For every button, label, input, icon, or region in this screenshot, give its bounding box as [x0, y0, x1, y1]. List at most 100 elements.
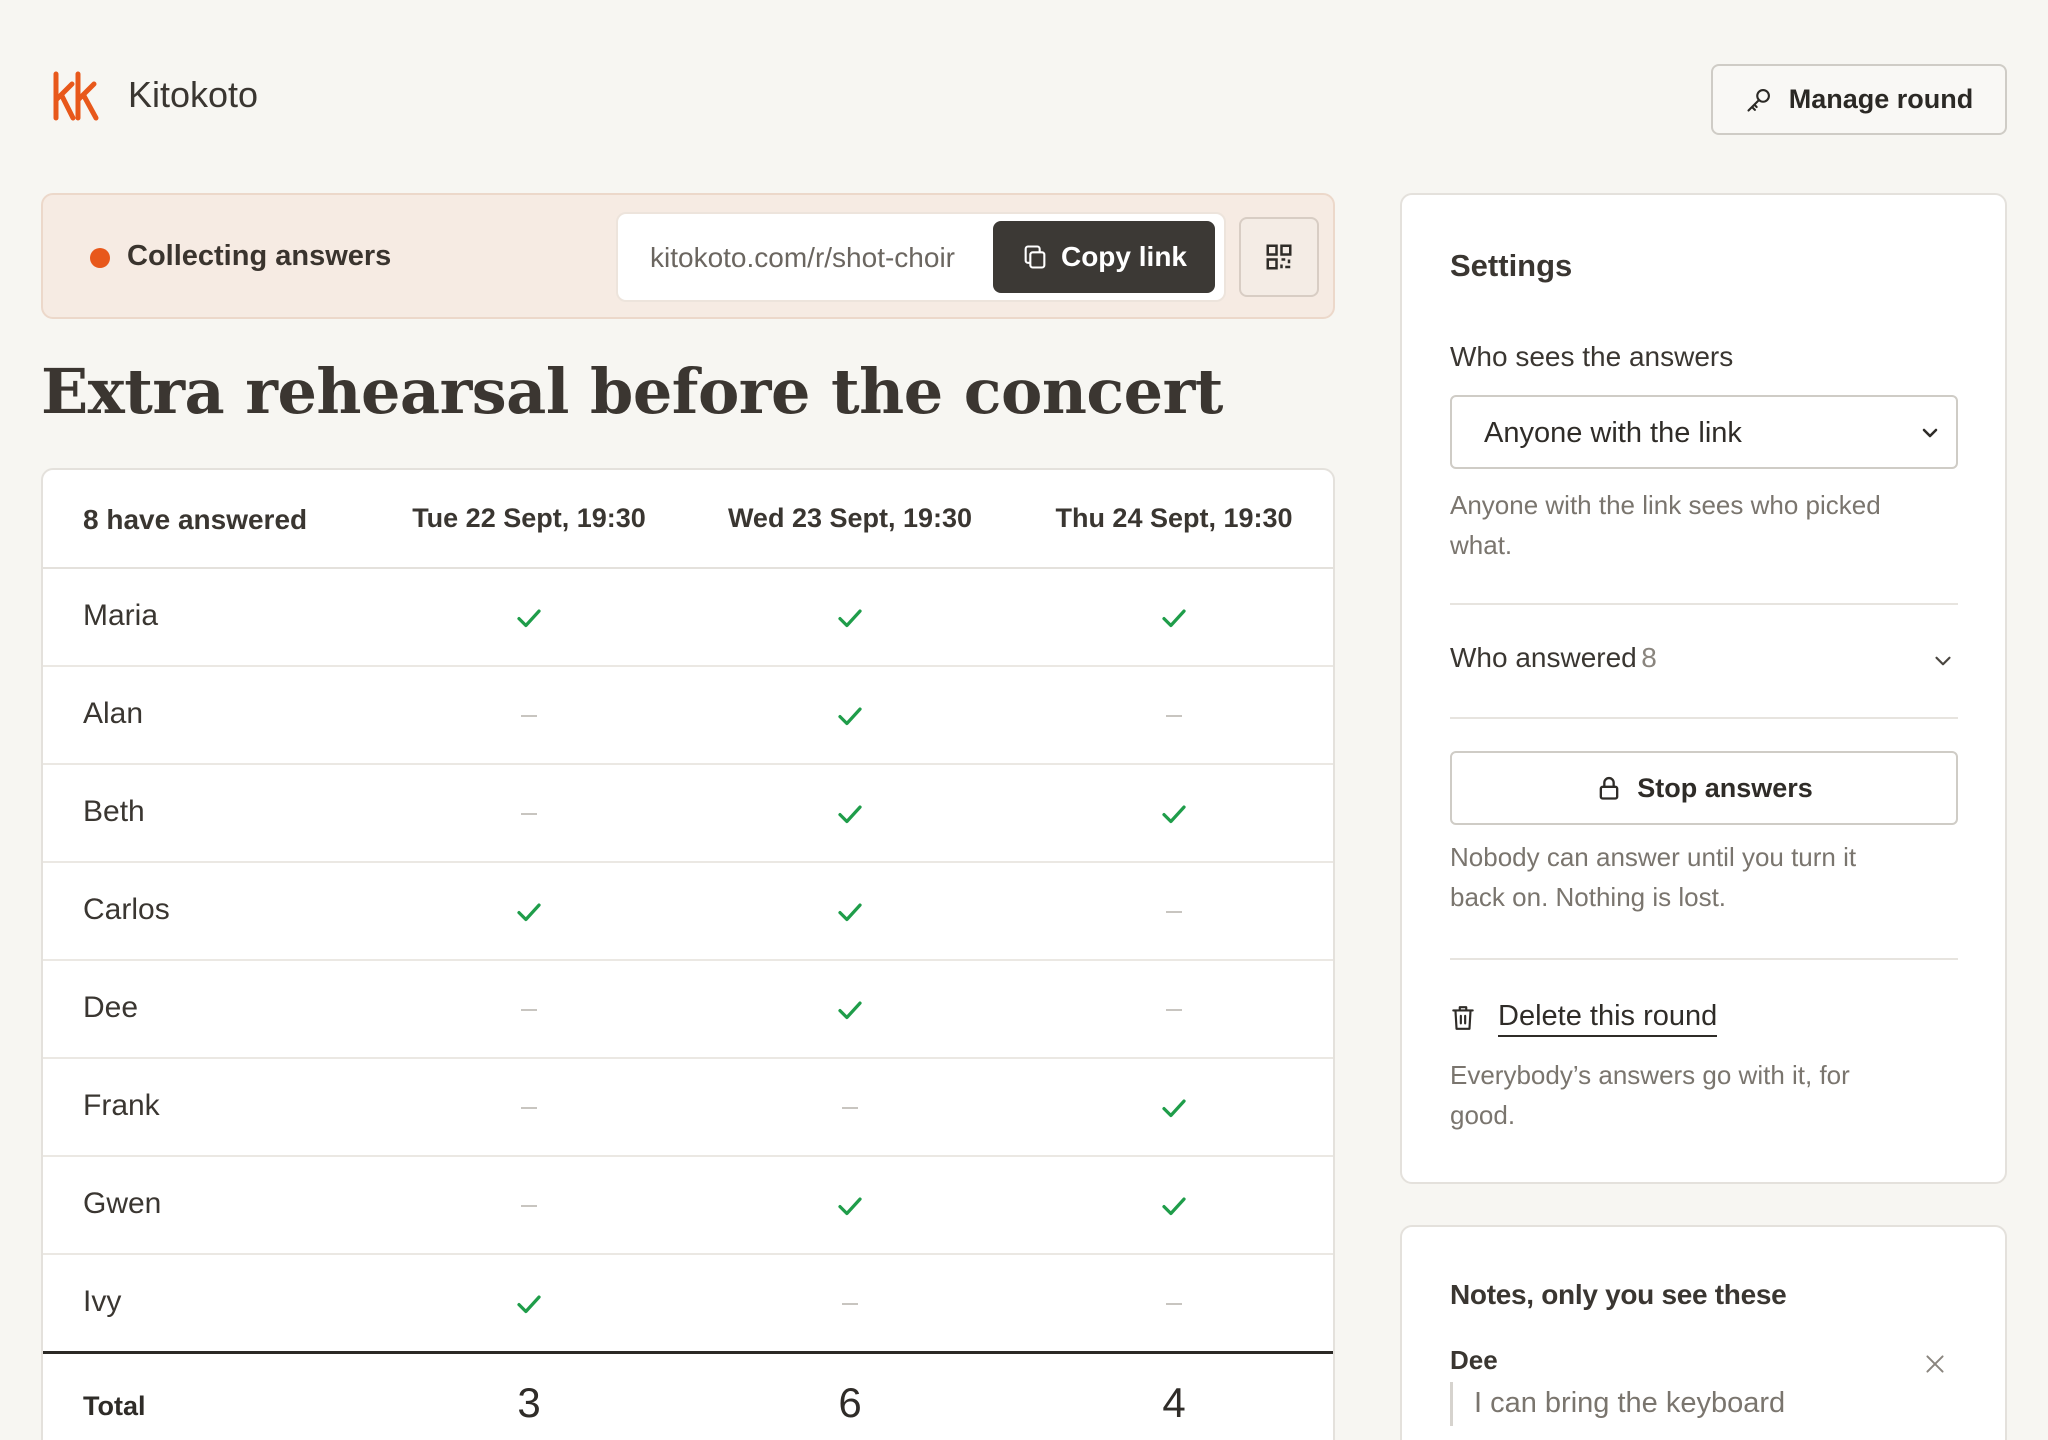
status-text: Collecting answers — [127, 240, 392, 272]
stop-help: Nobody can answer until you turn it back… — [1450, 842, 1857, 912]
participant-name: Gwen — [83, 1187, 162, 1220]
total-value: 3 — [517, 1379, 541, 1426]
dash-icon — [521, 813, 537, 815]
table-row: Gwen — [43, 1157, 1333, 1255]
unavailable-cell — [1014, 1255, 1333, 1353]
table-row: Dee — [43, 961, 1333, 1059]
copy-link-button[interactable]: Copy link — [993, 221, 1215, 293]
check-icon — [838, 609, 862, 628]
table-header: 8 have answered Tue 22 Sept, 19:30 Wed 2… — [43, 470, 1333, 569]
unavailable-cell — [369, 961, 689, 1059]
stop-answers-label: Stop answers — [1637, 772, 1813, 803]
dash-icon — [842, 1303, 858, 1305]
table-row: Alan — [43, 667, 1333, 765]
divider — [1450, 958, 1958, 960]
delete-help: Everybody’s answers go with it, for good… — [1450, 1060, 1850, 1130]
copy-icon — [1024, 245, 1046, 269]
check-icon — [1162, 1197, 1186, 1216]
participant-name: Dee — [83, 991, 139, 1024]
total-value: 6 — [838, 1379, 862, 1426]
available-cell — [690, 569, 1010, 667]
visibility-value: Anyone with the link — [1484, 417, 1742, 449]
chevron-down-icon — [1922, 428, 1938, 438]
answers-table: 8 have answered Tue 22 Sept, 19:30 Wed 2… — [41, 468, 1335, 1440]
divider — [1450, 603, 1958, 605]
participant-name: Alan — [83, 697, 144, 730]
check-icon — [838, 707, 862, 726]
settings-panel: Settings Who sees the answers Anyone wit… — [1400, 193, 2007, 1184]
table-row: Frank — [43, 1059, 1333, 1157]
divider — [1450, 717, 1958, 719]
chevron-down-icon — [1935, 656, 1951, 666]
status-bar: Collecting answers kitokoto.com/r/shot-c… — [41, 193, 1335, 319]
unavailable-cell — [369, 765, 689, 863]
total-label: Total — [83, 1391, 146, 1421]
check-icon — [517, 903, 541, 922]
dash-icon — [1166, 1009, 1182, 1011]
check-icon — [838, 805, 862, 824]
column-header: Tue 22 Sept, 19:30 — [412, 503, 646, 533]
who-answered-toggle[interactable]: Who answered 8 — [1450, 642, 1958, 682]
copy-link-label: Copy link — [1060, 241, 1187, 272]
stop-answers-button[interactable]: Stop answers — [1450, 751, 1958, 825]
available-cell — [690, 765, 1010, 863]
visibility-select[interactable]: Anyone with the link — [1450, 395, 1958, 469]
participant-name: Ivy — [83, 1285, 122, 1318]
manage-round-label: Manage round — [1788, 84, 1974, 114]
available-cell — [690, 667, 1010, 765]
dash-icon — [1166, 911, 1182, 913]
unavailable-cell — [369, 1157, 689, 1255]
participant-name: Carlos — [83, 893, 170, 926]
available-cell — [1014, 1059, 1333, 1157]
total-row: Total 3 6 4 — [43, 1351, 1333, 1440]
available-cell — [369, 569, 689, 667]
check-icon — [1162, 609, 1186, 628]
column-header: Thu 24 Sept, 19:30 — [1055, 503, 1293, 533]
share-link-text[interactable]: kitokoto.com/r/shot-choir — [650, 242, 955, 274]
notes-panel: Notes, only you see these Dee I can brin… — [1400, 1225, 2007, 1440]
unavailable-cell — [1014, 863, 1333, 961]
qr-code-button[interactable] — [1239, 217, 1319, 297]
unavailable-cell — [369, 1059, 689, 1157]
check-icon — [838, 1001, 862, 1020]
delete-round-link[interactable]: Delete this round — [1450, 998, 1718, 1038]
manage-round-button[interactable]: Manage round — [1711, 64, 2007, 135]
who-answered-count: 8 — [1641, 642, 1657, 673]
table-row: Ivy — [43, 1255, 1333, 1353]
unavailable-cell — [1014, 961, 1333, 1059]
check-icon — [517, 1295, 541, 1314]
dash-icon — [1166, 1303, 1182, 1305]
delete-round-label: Delete this round — [1498, 1000, 1718, 1037]
qr-code-icon — [1266, 244, 1292, 270]
check-icon — [838, 903, 862, 922]
dash-icon — [842, 1107, 858, 1109]
participant-name: Maria — [83, 599, 159, 632]
dash-icon — [521, 715, 537, 717]
share-link-box: kitokoto.com/r/shot-choir Copy link — [616, 212, 1226, 302]
total-value: 4 — [1162, 1379, 1186, 1426]
close-icon[interactable] — [1922, 1351, 1948, 1377]
available-cell — [1014, 765, 1333, 863]
answered-count: 8 have answered — [83, 504, 308, 535]
trash-icon — [1452, 1006, 1474, 1030]
status-dot — [90, 248, 110, 268]
column-header: Wed 23 Sept, 19:30 — [727, 503, 973, 533]
table-row: Carlos — [43, 863, 1333, 961]
dash-icon — [521, 1107, 537, 1109]
check-icon — [1162, 805, 1186, 824]
visibility-label: Who sees the answers — [1450, 341, 1734, 372]
note-quote-bar — [1450, 1382, 1453, 1426]
available-cell — [690, 961, 1010, 1059]
key-icon — [1747, 88, 1770, 112]
unavailable-cell — [690, 1255, 1010, 1353]
page-title: Extra rehearsal before the concert — [41, 355, 1223, 428]
settings-title: Settings — [1450, 248, 1573, 283]
kitokoto-logo-icon — [53, 71, 99, 121]
check-icon — [838, 1197, 862, 1216]
dash-icon — [521, 1009, 537, 1011]
brand-name: Kitokoto — [128, 74, 259, 115]
check-icon — [517, 609, 541, 628]
notes-title: Notes, only you see these — [1450, 1279, 1787, 1310]
available-cell — [690, 863, 1010, 961]
available-cell — [369, 1255, 689, 1353]
